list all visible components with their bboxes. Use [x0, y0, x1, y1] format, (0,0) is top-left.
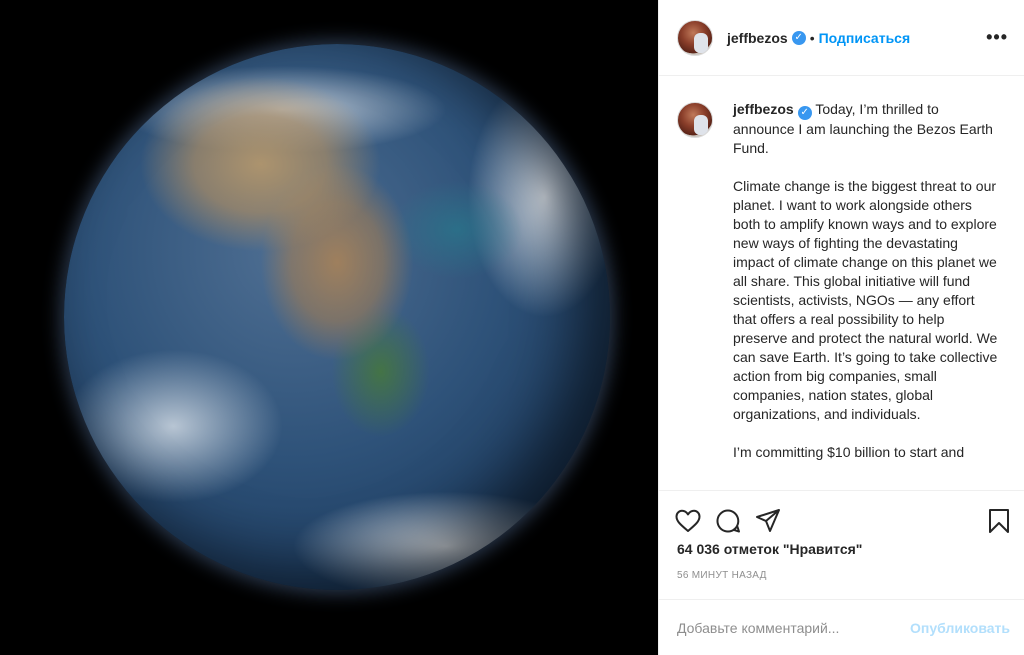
caption-avatar[interactable] [677, 102, 713, 138]
caption-username[interactable]: jeffbezos [733, 101, 794, 117]
header-username[interactable]: jeffbezos [727, 30, 788, 46]
post-timestamp[interactable]: 56 МИНУТ НАЗАД [677, 570, 767, 581]
caption: jeffbezos ✓ Today, I’m thrilled to announ… [659, 76, 1024, 490]
comment-box: Добавьте комментарий... Опубликовать [659, 599, 1024, 655]
verified-badge-icon: ✓ [797, 106, 812, 120]
comment-input[interactable]: Добавьте комментарий... [677, 620, 910, 636]
publish-button[interactable]: Опубликовать [910, 620, 1010, 636]
separator-dot: • [809, 29, 815, 46]
post-header: jeffbezos ✓ • Подписаться ••• [659, 0, 1024, 76]
share-icon[interactable] [755, 508, 781, 534]
bookmark-icon[interactable] [988, 508, 1010, 534]
post-image[interactable] [0, 0, 658, 655]
instagram-post: jeffbezos ✓ • Подписаться ••• jeffbezos ✓… [0, 0, 1024, 655]
caption-text: jeffbezos ✓ Today, I’m thrilled to announ… [733, 100, 1001, 490]
follow-button[interactable]: Подписаться [819, 30, 911, 46]
verified-badge-icon: ✓ [791, 30, 806, 45]
avatar[interactable] [677, 19, 713, 56]
likes-count[interactable]: 64 036 отметок "Нравится" [677, 541, 862, 557]
heart-icon[interactable] [675, 509, 701, 533]
earth-photo [64, 44, 610, 590]
caption-paragraph-3: I’m committing $10 billion to start and [733, 444, 965, 460]
caption-paragraph-1: jeffbezos ✓ Today, I’m thrilled to announ… [733, 100, 1001, 158]
caption-paragraph-2: Climate change is the biggest threat to … [733, 178, 998, 422]
more-options-icon[interactable]: ••• [986, 27, 1008, 48]
comment-icon[interactable] [715, 508, 741, 534]
post-sidebar: jeffbezos ✓ • Подписаться ••• jeffbezos ✓… [658, 0, 1024, 655]
